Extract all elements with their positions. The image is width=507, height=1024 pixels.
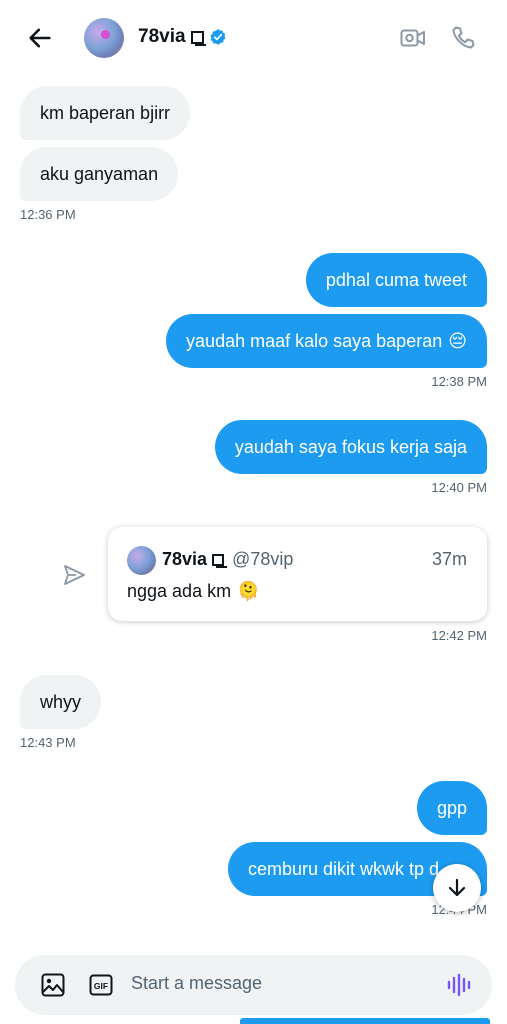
message-bubble-outgoing[interactable]: yaudah maaf kalo saya baperan 😔 — [166, 314, 487, 368]
message-text: yaudah saya fokus kerja saja — [234, 436, 467, 457]
verified-badge-icon — [210, 29, 225, 45]
message-bubble-outgoing[interactable]: gpp — [416, 781, 487, 835]
message-text: yaudah maaf kalo saya baperan — [186, 330, 443, 351]
back-arrow-icon[interactable] — [26, 24, 54, 52]
message-text: cemburu dikit wkwk tp d — [248, 858, 440, 879]
pensive-emoji-icon: 😔 — [448, 330, 467, 351]
phone-call-icon[interactable] — [449, 24, 477, 52]
shared-post-author: 78via @78vip — [162, 549, 293, 570]
message-bubble-incoming[interactable]: aku ganyaman — [20, 147, 179, 201]
message-text: pdhal cuma tweet — [325, 269, 467, 290]
message-timestamp: 12:38 PM — [431, 374, 487, 389]
image-icon[interactable] — [39, 971, 67, 999]
message-bubble-incoming[interactable]: whyy — [20, 675, 102, 729]
arrow-down-icon — [448, 878, 466, 897]
message-bubble-incoming[interactable]: km baperan bjirr — [20, 86, 191, 140]
contact-name[interactable]: 78via — [138, 26, 227, 48]
scroll-to-bottom-button[interactable] — [433, 864, 481, 912]
shared-post-age: 37m — [431, 549, 467, 569]
message-composer[interactable]: GIF Start a message — [15, 955, 492, 1015]
message-text: gpp — [436, 797, 467, 818]
message-timestamp: 12:36 PM — [20, 207, 76, 222]
message-text: km baperan bjirr — [40, 102, 171, 123]
conversation-header: 78via — [0, 0, 507, 76]
message-input[interactable]: Start a message — [131, 973, 262, 994]
message-bubble-outgoing[interactable]: pdhal cuma tweet — [305, 253, 487, 307]
shared-post-body: ngga ada km — [127, 581, 232, 601]
square-glyph-icon — [190, 30, 206, 46]
partial-bubble-edge — [240, 1018, 490, 1024]
shared-post-avatar — [127, 546, 156, 575]
message-timestamp: 12:43 PM — [20, 735, 76, 750]
message-text: aku ganyaman — [40, 163, 159, 184]
gif-icon[interactable]: GIF — [87, 971, 115, 999]
contact-name-label: 78via — [138, 26, 186, 47]
shared-post-text: ngga ada km 🫠 — [127, 581, 260, 602]
message-text: whyy — [40, 691, 82, 712]
avatar[interactable] — [84, 18, 124, 58]
gif-label: GIF — [94, 981, 108, 991]
video-call-icon[interactable] — [399, 24, 427, 52]
message-bubble-outgoing[interactable]: yaudah saya fokus kerja saja — [214, 420, 487, 474]
shared-post-author-name: 78via — [162, 549, 208, 569]
message-timestamp: 12:42 PM — [431, 628, 487, 643]
shared-post-card[interactable]: 78via @78vip 37m ngga ada km 🫠 — [108, 527, 487, 621]
voice-message-icon[interactable] — [445, 971, 473, 999]
share-send-icon[interactable] — [60, 561, 88, 589]
message-timestamp: 12:40 PM — [431, 480, 487, 495]
shared-post-handle: @78vip — [232, 549, 294, 569]
square-glyph-icon — [212, 553, 228, 568]
melting-face-emoji-icon: 🫠 — [237, 581, 260, 601]
